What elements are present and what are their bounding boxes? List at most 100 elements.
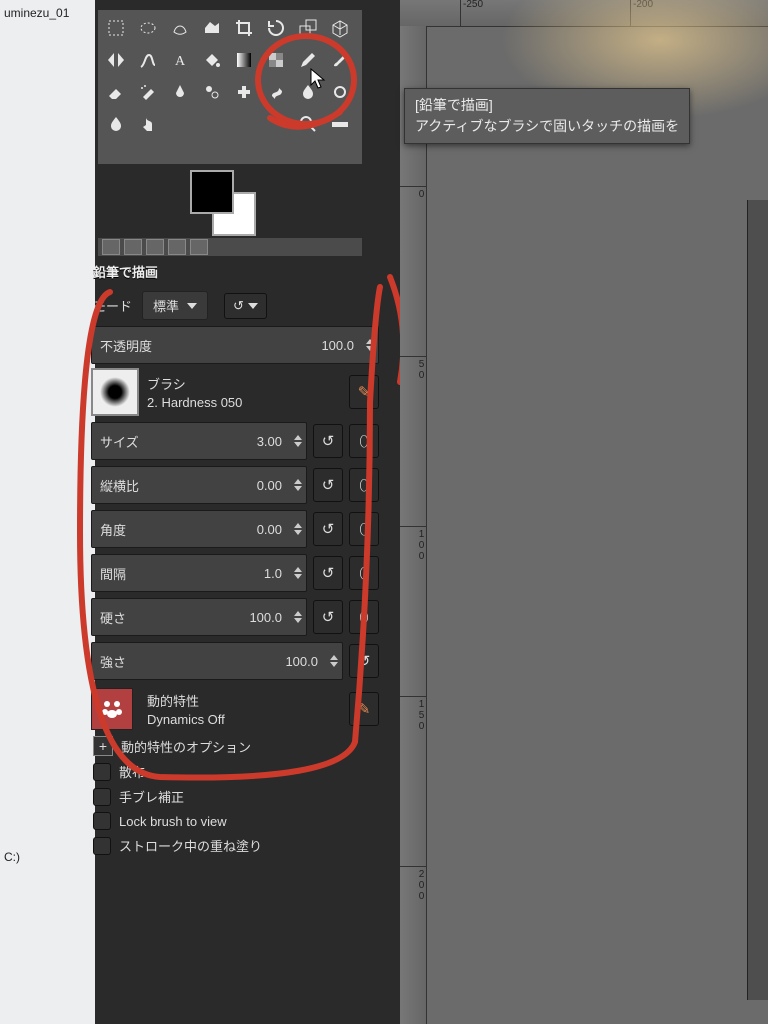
tool-crop[interactable] bbox=[228, 12, 260, 44]
dynamics-thumbnail[interactable] bbox=[91, 688, 133, 730]
chevron-down-icon bbox=[248, 303, 258, 309]
tool-smudge[interactable] bbox=[260, 76, 292, 108]
ruler-tick: 100 bbox=[400, 526, 426, 562]
checkbox[interactable] bbox=[93, 837, 111, 855]
param-value: 100.0 bbox=[249, 610, 282, 625]
param-spin[interactable]: 強さ 100.0 bbox=[91, 642, 343, 680]
spin-arrows[interactable] bbox=[294, 479, 302, 491]
param-link-button[interactable]: ⬯ bbox=[349, 424, 379, 458]
ruler-horizontal[interactable]: -250 -200 bbox=[400, 0, 768, 27]
color-well[interactable] bbox=[190, 170, 260, 230]
tool-bucket[interactable] bbox=[196, 44, 228, 76]
tool-ink[interactable] bbox=[164, 76, 196, 108]
opacity-label: 不透明度 bbox=[100, 336, 152, 355]
check-row-3[interactable]: Lock brush to view bbox=[93, 812, 377, 830]
param-value: 1.0 bbox=[264, 566, 282, 581]
tool-finger[interactable] bbox=[132, 108, 164, 140]
spin-arrows[interactable] bbox=[294, 435, 302, 447]
param-reset-button[interactable]: ↺ bbox=[313, 424, 343, 458]
mode-reset-button[interactable]: ↺ bbox=[224, 293, 267, 319]
tool-empty-1 bbox=[164, 108, 196, 140]
param-spin[interactable]: 硬さ 100.0 bbox=[91, 598, 307, 636]
tool-drop[interactable] bbox=[100, 108, 132, 140]
brush-section-label: ブラシ bbox=[147, 374, 242, 393]
side-scroll[interactable] bbox=[747, 200, 768, 1000]
spin-arrows[interactable] bbox=[294, 567, 302, 579]
fg-color[interactable] bbox=[190, 170, 234, 214]
tool-pencil[interactable] bbox=[292, 44, 324, 76]
dock-tab-1[interactable] bbox=[102, 239, 120, 255]
tool-pattern[interactable] bbox=[260, 44, 292, 76]
file-name: uminezu_01 bbox=[0, 0, 95, 26]
tool-dodge[interactable] bbox=[324, 76, 356, 108]
param-row-3: 間隔 1.0 ↺⬯ bbox=[91, 554, 379, 592]
tool-free-select[interactable] bbox=[164, 12, 196, 44]
tool-empty-3 bbox=[228, 108, 260, 140]
param-spin[interactable]: 角度 0.00 bbox=[91, 510, 307, 548]
checkbox[interactable] bbox=[93, 788, 111, 806]
check-row-4[interactable]: ストローク中の重ね塗り bbox=[93, 836, 377, 855]
mode-select[interactable]: 標準 bbox=[142, 291, 208, 320]
dock-tab-5[interactable] bbox=[190, 239, 208, 255]
tool-paintbrush[interactable] bbox=[324, 44, 356, 76]
dock-tab-2[interactable] bbox=[124, 239, 142, 255]
tool-gradient[interactable] bbox=[228, 44, 260, 76]
tool-eraser[interactable] bbox=[100, 76, 132, 108]
tool-rotate[interactable] bbox=[260, 12, 292, 44]
ruler-tick: 50 bbox=[400, 356, 426, 381]
check-row-1[interactable]: 散布 bbox=[93, 762, 377, 781]
check-row-0[interactable]: + 動的特性のオプション bbox=[93, 736, 377, 756]
tool-rect-select[interactable] bbox=[100, 12, 132, 44]
tool-cube[interactable] bbox=[324, 12, 356, 44]
tool-airbrush[interactable] bbox=[132, 76, 164, 108]
check-label: 動的特性のオプション bbox=[121, 737, 251, 756]
param-reset-button[interactable]: ↺ bbox=[313, 600, 343, 634]
check-label: 手ブレ補正 bbox=[119, 787, 184, 806]
spin-arrows[interactable] bbox=[366, 339, 374, 351]
tool-text[interactable]: A bbox=[164, 44, 196, 76]
tool-warp[interactable] bbox=[132, 44, 164, 76]
spin-arrows[interactable] bbox=[294, 523, 302, 535]
expand-icon[interactable]: + bbox=[93, 736, 113, 756]
brush-edit-button[interactable]: ✎ bbox=[349, 375, 379, 409]
opacity-spin[interactable]: 不透明度 100.0 bbox=[91, 326, 379, 364]
spin-arrows[interactable] bbox=[330, 655, 338, 667]
param-spin[interactable]: 縦横比 0.00 bbox=[91, 466, 307, 504]
brush-thumbnail[interactable] bbox=[91, 368, 139, 416]
param-link-button[interactable]: ⬯ bbox=[349, 556, 379, 590]
dock-tab-4[interactable] bbox=[168, 239, 186, 255]
tool-zoom[interactable] bbox=[292, 108, 324, 140]
checkbox[interactable] bbox=[93, 763, 111, 781]
spin-arrows[interactable] bbox=[294, 611, 302, 623]
tool-clone[interactable] bbox=[196, 76, 228, 108]
param-reset-button[interactable]: ↺ bbox=[313, 512, 343, 546]
check-row-2[interactable]: 手ブレ補正 bbox=[93, 787, 377, 806]
param-reset-button[interactable]: ↺ bbox=[349, 644, 379, 678]
param-link-button[interactable]: ⬯ bbox=[349, 512, 379, 546]
canvas-area[interactable]: -250 -200 0 50 100 150 200 bbox=[400, 0, 768, 1024]
dynamics-label: 動的特性 bbox=[147, 691, 225, 710]
tool-scale[interactable] bbox=[292, 12, 324, 44]
param-reset-button[interactable]: ↺ bbox=[313, 468, 343, 502]
tool-ellipse-select[interactable] bbox=[132, 12, 164, 44]
tool-fuzzy-select[interactable] bbox=[196, 12, 228, 44]
check-label: Lock brush to view bbox=[119, 814, 227, 829]
tool-measure[interactable] bbox=[324, 108, 356, 140]
param-link-button[interactable]: ⬯ bbox=[349, 468, 379, 502]
param-reset-button[interactable]: ↺ bbox=[313, 556, 343, 590]
tool-blur[interactable] bbox=[292, 76, 324, 108]
checkbox[interactable] bbox=[93, 812, 111, 830]
param-row-5: 強さ 100.0 ↺ bbox=[91, 642, 379, 680]
param-link-button[interactable]: ⬯ bbox=[349, 600, 379, 634]
param-spin[interactable]: サイズ 3.00 bbox=[91, 422, 307, 460]
dynamics-edit-button[interactable]: ✎ bbox=[349, 692, 379, 726]
ruler-tick: 200 bbox=[400, 866, 426, 902]
tool-heal[interactable] bbox=[228, 76, 260, 108]
param-label: 硬さ bbox=[100, 608, 126, 627]
ruler-vertical[interactable]: 0 50 100 150 200 bbox=[400, 26, 427, 1024]
dock-tab-3[interactable] bbox=[146, 239, 164, 255]
param-spin[interactable]: 間隔 1.0 bbox=[91, 554, 307, 592]
tool-empty-2 bbox=[196, 108, 228, 140]
tool-flip[interactable] bbox=[100, 44, 132, 76]
dock-tabstrip[interactable] bbox=[98, 238, 362, 256]
